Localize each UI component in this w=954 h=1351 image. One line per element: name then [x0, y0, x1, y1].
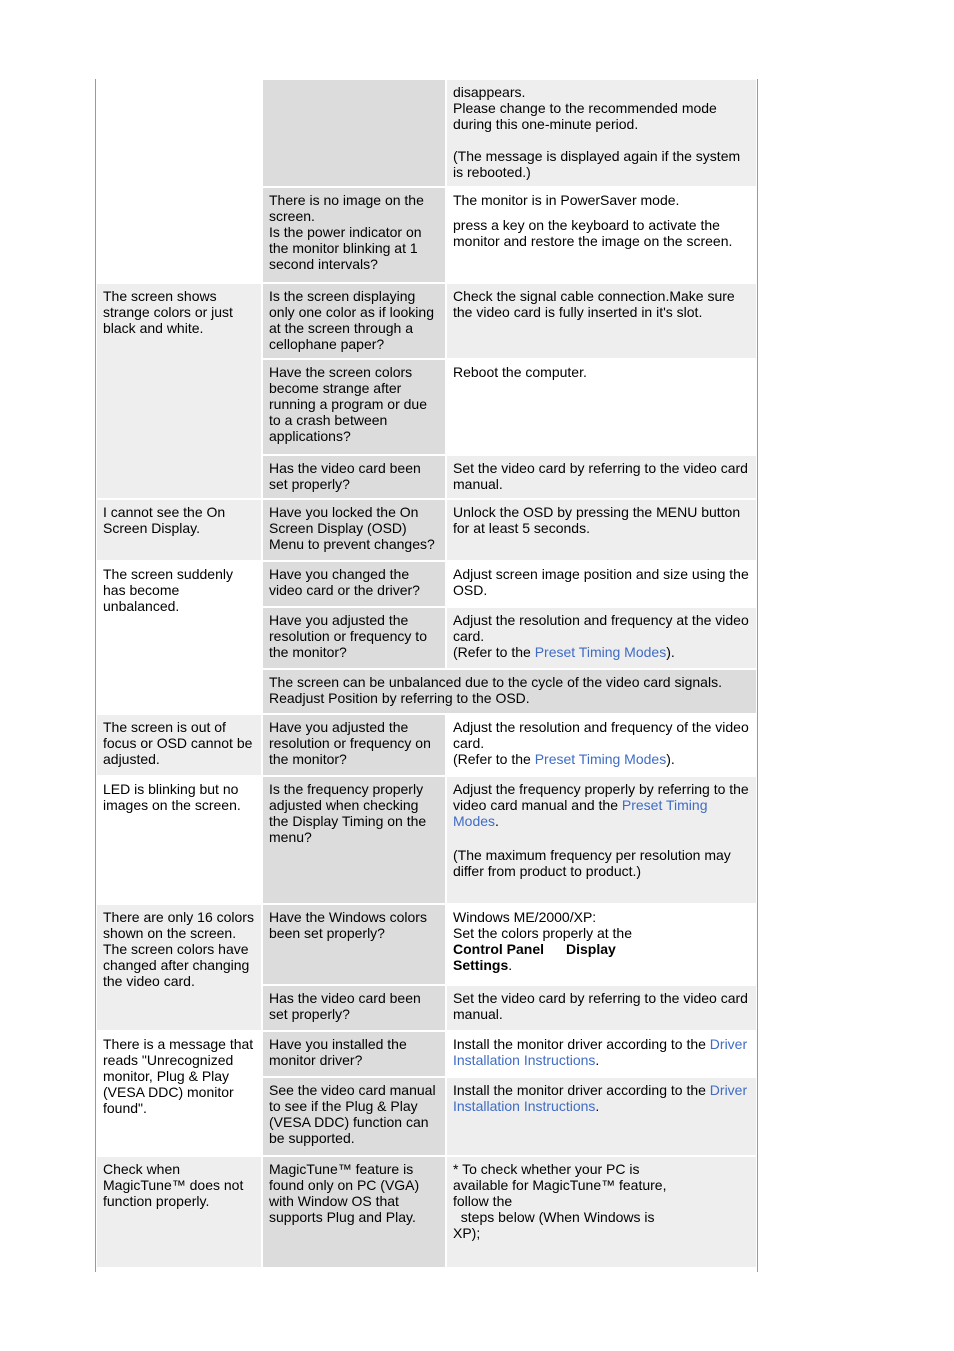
table-row: There are only 16 colors shown on the sc…	[97, 905, 756, 1030]
check-cell: Have you changed the video card or the d…	[263, 562, 445, 606]
problem-cell: The screen shows strange colors or just …	[97, 284, 261, 498]
solution-cell: Unlock the OSD by pressing the MENU butt…	[447, 500, 756, 560]
display-label: Display	[566, 941, 616, 957]
settings-label: Settings	[453, 957, 509, 973]
text: ).	[666, 751, 675, 767]
table-row: The screen shows strange colors or just …	[97, 284, 756, 498]
table-row: disappears. Please change to the recomme…	[97, 80, 756, 282]
note-text: Readjust Position by referring to the OS…	[269, 690, 530, 706]
problem-cell: I cannot see the On Screen Display.	[97, 500, 261, 560]
check-cell: Has the video card been set properly?	[263, 986, 445, 1030]
solution-text: Please change to the recommended mode du…	[453, 100, 717, 132]
check-cell: Have you installed the monitor driver?	[263, 1032, 445, 1076]
solution-text: (Refer to the Preset Timing Modes).	[453, 751, 750, 767]
text: .	[495, 813, 499, 829]
check-cell: See the video card manual to see if the …	[263, 1078, 445, 1155]
problem-cell: LED is blinking but no images on the scr…	[97, 777, 261, 903]
text: .	[595, 1052, 600, 1068]
check-text: There is no image on the screen.	[269, 192, 424, 224]
solution-cell: Check the signal cable connection.Make s…	[447, 284, 756, 358]
solution-text: Adjust the resolution and frequency at t…	[453, 612, 749, 644]
solution-text: (Refer to the Preset Timing Modes).	[453, 644, 750, 660]
check-cell	[263, 80, 445, 186]
check-cell: Have you adjusted the resolution or freq…	[263, 608, 445, 668]
solution-text: disappears.	[453, 84, 526, 100]
solution-cell: Adjust the frequency properly by referri…	[447, 777, 756, 903]
solution-cell: Adjust the resolution and frequency of t…	[447, 715, 756, 775]
note-text: The screen can be unbalanced due to the …	[269, 674, 722, 690]
check-text: Is the power indicator on the monitor bl…	[269, 224, 422, 272]
solution-cell: The monitor is in PowerSaver mode. press…	[447, 188, 756, 282]
solution-text: Adjust the frequency properly by referri…	[453, 781, 750, 829]
check-cell: Have the Windows colors been set properl…	[263, 905, 445, 984]
table-row: The screen suddenly has become unbalance…	[97, 562, 756, 713]
table-row: LED is blinking but no images on the scr…	[97, 777, 756, 903]
problem-cell: The screen suddenly has become unbalance…	[97, 562, 261, 713]
solution-text: (The maximum frequency per resolution ma…	[453, 847, 731, 879]
text: Install the monitor driver according to …	[453, 1036, 710, 1052]
solution-text: * To check whether your PC is available …	[453, 1161, 667, 1209]
check-cell: Have you adjusted the resolution or freq…	[263, 715, 445, 775]
solution-cell: Install the monitor driver according to …	[447, 1032, 756, 1076]
text: ).	[666, 644, 675, 660]
solution-text: press a key on the keyboard to activate …	[453, 217, 733, 249]
control-panel-label: Control Panel	[453, 941, 545, 957]
solution-cell: Set the video card by referring to the v…	[447, 456, 756, 498]
check-cell: Is the screen displaying only one color …	[263, 284, 445, 358]
solution-cell: Install the monitor driver according to …	[447, 1078, 756, 1155]
solution-cell: Reboot the computer.	[447, 360, 756, 454]
text: (Refer to the	[453, 751, 535, 767]
table-row: There is a message that reads "Unrecogni…	[97, 1032, 756, 1155]
preset-timing-modes-link[interactable]: Preset Timing Modes	[535, 751, 667, 767]
note-cell: The screen can be unbalanced due to the …	[263, 670, 756, 713]
problem-cell: There is a message that reads "Unrecogni…	[97, 1032, 261, 1155]
solution-text: Settings.	[453, 957, 750, 973]
table-row: I cannot see the On Screen Display. Have…	[97, 500, 756, 560]
solution-text: steps below (When Windows is XP);	[453, 1209, 659, 1241]
solution-cell: Adjust screen image position and size us…	[447, 562, 756, 606]
check-cell: Is the frequency properly adjusted when …	[263, 777, 445, 903]
solution-text: Adjust the resolution and frequency of t…	[453, 719, 749, 751]
check-cell: MagicTune™ feature is found only on PC (…	[263, 1157, 445, 1267]
table-row: The screen is out of focus or OSD cannot…	[97, 715, 756, 775]
check-cell: Have you locked the On Screen Display (O…	[263, 500, 445, 560]
text: .	[508, 957, 513, 973]
problem-text: The screen colors have changed after cha…	[103, 941, 250, 989]
solution-text: The monitor is in PowerSaver mode.	[453, 192, 680, 208]
solution-cell: Set the video card by referring to the v…	[447, 986, 756, 1030]
troubleshooting-table: disappears. Please change to the recomme…	[95, 78, 758, 1269]
text: .	[595, 1098, 600, 1114]
check-cell: Has the video card been set properly?	[263, 456, 445, 498]
problem-cell: Check when MagicTune™ does not function …	[97, 1157, 261, 1267]
solution-text: Control Panel Display	[453, 941, 750, 957]
problem-cell: The screen is out of focus or OSD cannot…	[97, 715, 261, 775]
check-cell: Have the screen colors become strange af…	[263, 360, 445, 454]
solution-text: Windows ME/2000/XP:	[453, 909, 597, 925]
solution-cell: Adjust the resolution and frequency at t…	[447, 608, 756, 668]
problem-cell	[97, 80, 261, 282]
problem-text: There are only 16 colors shown on the sc…	[103, 909, 254, 941]
table-row: Check when MagicTune™ does not function …	[97, 1157, 756, 1267]
solution-cell: * To check whether your PC is available …	[447, 1157, 756, 1267]
troubleshooting-table-container: disappears. Please change to the recomme…	[95, 79, 758, 1272]
text: (Refer to the	[453, 644, 535, 660]
text: Install the monitor driver according to …	[453, 1082, 710, 1098]
problem-cell: There are only 16 colors shown on the sc…	[97, 905, 261, 1030]
solution-text: Set the colors properly at the	[453, 925, 632, 941]
solution-cell: Windows ME/2000/XP: Set the colors prope…	[447, 905, 756, 984]
solution-cell: disappears. Please change to the recomme…	[447, 80, 756, 186]
check-cell: There is no image on the screen. Is the …	[263, 188, 445, 282]
solution-text: (The message is displayed again if the s…	[453, 148, 741, 180]
preset-timing-modes-link[interactable]: Preset Timing Modes	[535, 644, 667, 660]
